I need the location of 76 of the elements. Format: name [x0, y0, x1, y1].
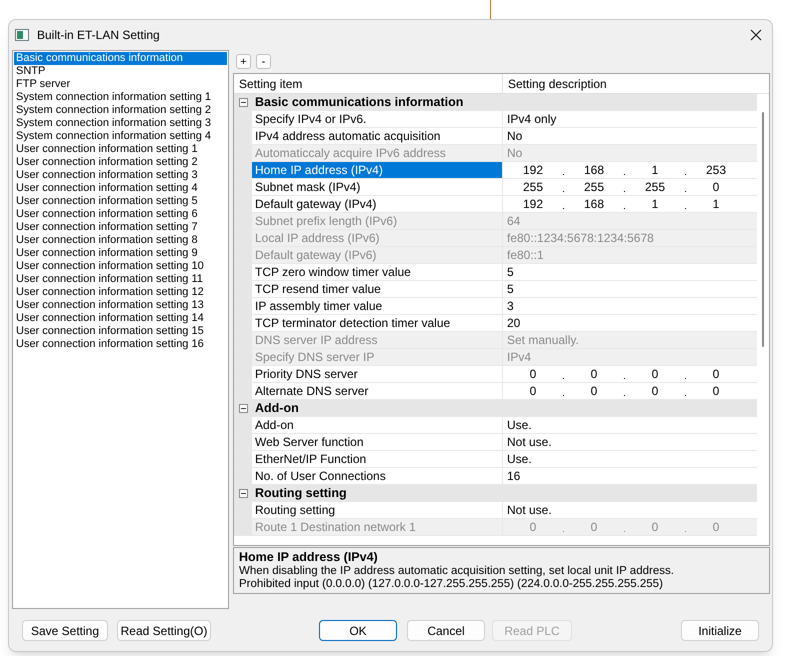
- category-item[interactable]: System connection information setting 1: [14, 91, 227, 104]
- octet-value: 255: [582, 179, 606, 195]
- category-item[interactable]: SNTP: [14, 65, 227, 78]
- category-item[interactable]: User connection information setting 2: [14, 156, 227, 169]
- description-title: Home IP address (IPv4): [239, 550, 379, 565]
- group-title: Add-on: [254, 400, 300, 418]
- category-item[interactable]: Basic communications information: [14, 52, 227, 65]
- octet-value: 0: [712, 366, 720, 382]
- octet-value: 0: [712, 383, 720, 399]
- collapse-all-button[interactable]: -: [256, 54, 271, 69]
- dialog-button[interactable]: OK: [319, 620, 397, 641]
- setting-name[interactable]: Alternate DNS server: [252, 383, 503, 399]
- category-item[interactable]: User connection information setting 15: [14, 325, 227, 338]
- dialog-button[interactable]: Cancel: [407, 620, 485, 641]
- category-item[interactable]: User connection information setting 16: [14, 338, 227, 351]
- octet-value: 0: [528, 366, 538, 382]
- close-icon[interactable]: [750, 29, 762, 41]
- setting-name[interactable]: Web Server function: [252, 434, 503, 450]
- octet-value: 0: [528, 519, 538, 535]
- category-item[interactable]: User connection information setting 8: [14, 234, 227, 247]
- category-item[interactable]: User connection information setting 14: [14, 312, 227, 325]
- octet-value: 192: [522, 196, 544, 212]
- description-text: When disabling the IP address automatic acquisition setting, set local unit IP address.: [239, 565, 675, 578]
- octet-value: 192: [522, 162, 544, 178]
- category-item[interactable]: System connection information setting 2: [14, 104, 227, 117]
- octet-value: 253: [704, 162, 728, 178]
- setting-name[interactable]: Add-on: [252, 417, 503, 433]
- setting-name[interactable]: TCP zero window timer value: [252, 264, 503, 280]
- octet-value: 0: [590, 519, 598, 535]
- octet-value: 0: [590, 383, 598, 399]
- dialog-button[interactable]: Initialize: [681, 620, 759, 641]
- column-header: Setting description: [507, 76, 608, 93]
- background-divider: [490, 0, 491, 20]
- setting-name[interactable]: Home IP address (IPv4): [252, 162, 503, 178]
- category-item[interactable]: User connection information setting 6: [14, 208, 227, 221]
- category-item[interactable]: User connection information setting 7: [14, 221, 227, 234]
- category-item[interactable]: User connection information setting 4: [14, 182, 227, 195]
- octet-value: 168: [582, 196, 606, 212]
- setting-name[interactable]: TCP terminator detection timer value: [252, 315, 503, 331]
- octet-value: 1: [712, 196, 720, 212]
- octet-value: 255: [644, 179, 666, 195]
- category-item[interactable]: System connection information setting 3: [14, 117, 227, 130]
- category-item[interactable]: User connection information setting 5: [14, 195, 227, 208]
- setting-name[interactable]: TCP resend timer value: [252, 281, 503, 297]
- category-item[interactable]: User connection information setting 11: [14, 273, 227, 286]
- octet-value: 0: [650, 383, 660, 399]
- dialog-button[interactable]: Read Setting(O): [117, 620, 211, 641]
- category-item[interactable]: User connection information setting 13: [14, 299, 227, 312]
- category-item[interactable]: User connection information setting 9: [14, 247, 227, 260]
- collapse-icon[interactable]: [238, 98, 248, 107]
- octet-value: 0: [650, 366, 660, 382]
- group-title: Basic communications information: [254, 94, 464, 112]
- octet-value: 0: [590, 366, 598, 382]
- category-item[interactable]: User connection information setting 10: [14, 260, 227, 273]
- category-item[interactable]: User connection information setting 12: [14, 286, 227, 299]
- octet-value: 1: [650, 162, 660, 178]
- window-title: Built-in ET-LAN Setting: [37, 27, 160, 44]
- app-window-icon: [15, 29, 29, 41]
- octet-value: 168: [582, 162, 606, 178]
- octet-value: 0: [528, 383, 538, 399]
- category-item[interactable]: FTP server: [14, 78, 227, 91]
- group-title: Routing setting: [254, 485, 348, 502]
- octet-value: 255: [522, 179, 544, 195]
- collapse-icon[interactable]: [238, 404, 248, 413]
- collapse-icon[interactable]: [238, 489, 248, 498]
- octet-value: 0: [712, 179, 720, 195]
- category-item[interactable]: System connection information setting 4: [14, 130, 227, 143]
- octet-value: 0: [712, 519, 720, 535]
- octet-value: 1: [650, 196, 660, 212]
- description-text: Prohibited input (0.0.0.0) (127.0.0.0-127.255.255.255) (224.0.0.0-255.255.255.255): [239, 578, 664, 591]
- expand-all-button[interactable]: +: [236, 54, 251, 69]
- category-item[interactable]: User connection information setting 1: [14, 143, 227, 156]
- category-item[interactable]: User connection information setting 3: [14, 169, 227, 182]
- column-header: Setting item: [234, 74, 503, 93]
- octet-value: 0: [650, 519, 660, 535]
- dialog-button[interactable]: Save Setting: [22, 620, 108, 641]
